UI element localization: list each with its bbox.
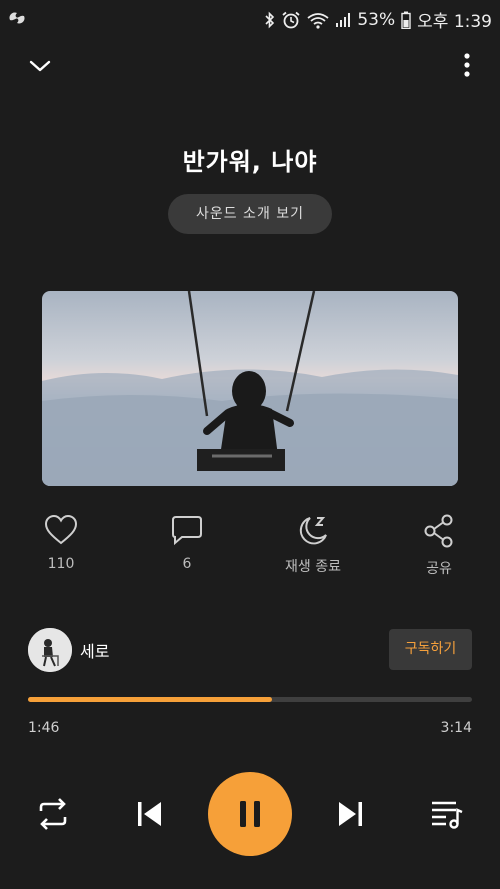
signal-icon: [335, 12, 351, 28]
comment-icon: [172, 516, 202, 546]
playback-progress-bar[interactable]: [28, 697, 472, 702]
like-button[interactable]: 110: [6, 514, 116, 572]
status-bar: 53% 오후 1:39: [0, 0, 500, 36]
wifi-icon: [307, 11, 329, 29]
artist-row: 세로: [28, 628, 109, 672]
artist-name[interactable]: 세로: [80, 638, 109, 662]
pause-icon: [240, 801, 260, 827]
sleep-timer-button[interactable]: 재생 종료: [258, 514, 368, 576]
playlist-icon[interactable]: [430, 799, 464, 833]
comment-count: 6: [182, 556, 192, 572]
top-bar: [0, 48, 500, 84]
like-count: 110: [47, 556, 75, 572]
elapsed-time: 1:46: [28, 720, 60, 736]
playback-controls: [0, 772, 500, 856]
avatar[interactable]: [28, 628, 72, 672]
repeat-icon[interactable]: [36, 798, 70, 834]
share-icon: [424, 514, 453, 548]
alarm-icon: [281, 11, 301, 29]
skip-next-icon[interactable]: [336, 800, 364, 832]
more-vertical-icon[interactable]: [462, 50, 472, 80]
chevron-down-icon[interactable]: [26, 52, 54, 80]
track-title: 반가워, 나야: [182, 148, 318, 176]
battery-percent: 53%: [357, 9, 396, 30]
skip-previous-icon[interactable]: [136, 800, 164, 832]
subscribe-button[interactable]: 구독하기: [389, 629, 472, 670]
playback-progress-fill: [28, 697, 273, 702]
comment-button[interactable]: 6: [132, 514, 242, 572]
heart-icon: [44, 514, 78, 545]
track-artwork: [42, 291, 458, 486]
share-label: 공유: [426, 561, 452, 577]
sound-intro-button[interactable]: 사운드 소개 보기: [168, 194, 332, 234]
share-button[interactable]: 공유: [384, 514, 494, 578]
pause-button[interactable]: [208, 772, 292, 856]
total-duration: 3:14: [440, 720, 472, 736]
battery-icon: [401, 11, 411, 29]
clock: 오후 1:39: [417, 12, 492, 32]
track-actions: 110 6 재생 종료 공유: [0, 514, 500, 584]
bluetooth-icon: [265, 11, 275, 29]
moon-sleep-icon: [299, 517, 327, 545]
app-notification-icon: [6, 8, 28, 32]
sleep-timer-label: 재생 종료: [285, 559, 341, 575]
